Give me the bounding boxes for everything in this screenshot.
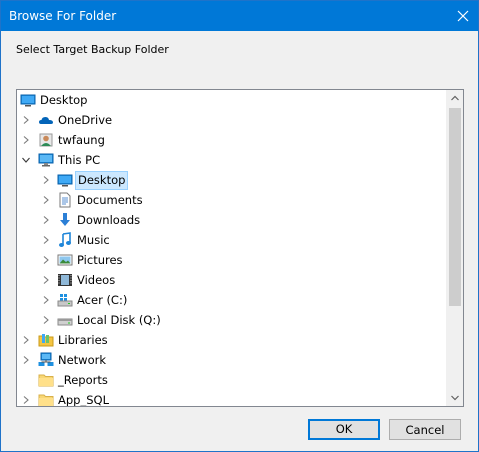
tree-item[interactable]: twfaung	[17, 130, 446, 150]
chevron-right-icon[interactable]	[41, 275, 51, 285]
chevron-right-icon[interactable]	[41, 315, 51, 325]
documents-icon	[59, 192, 71, 208]
tree-item-label: Desktop	[40, 93, 88, 107]
network-icon	[38, 352, 54, 366]
instruction-text: Select Target Backup Folder	[16, 43, 169, 56]
close-button[interactable]	[448, 1, 478, 31]
tree-item-label: This PC	[58, 153, 101, 167]
title-bar: Browse For Folder	[1, 1, 478, 31]
tree-item[interactable]: Documents	[17, 190, 446, 210]
chevron-right-icon[interactable]	[21, 335, 31, 345]
tree-item-label: Pictures	[77, 253, 123, 267]
chevron-right-icon[interactable]	[41, 215, 51, 225]
tree-item-label: Documents	[77, 193, 143, 207]
vertical-scrollbar[interactable]	[446, 90, 463, 406]
tree-item[interactable]: Network	[17, 350, 446, 370]
chevron-right-icon[interactable]	[41, 195, 51, 205]
browse-for-folder-dialog: Browse For Folder Select Target Backup F…	[0, 0, 479, 452]
folder-icon	[38, 374, 54, 387]
chevron-right-icon[interactable]	[21, 115, 31, 125]
ok-button[interactable]: OK	[308, 419, 380, 440]
tree-item[interactable]: This PC	[17, 150, 446, 170]
tree-item-label: OneDrive	[58, 113, 113, 127]
cancel-button[interactable]: Cancel	[389, 419, 461, 440]
libraries-icon	[38, 334, 54, 347]
tree-item-label: Acer (C:)	[77, 293, 128, 307]
folder-icon	[38, 394, 54, 406]
windows-drive-icon	[57, 294, 73, 307]
tree-item[interactable]: _Reports	[17, 370, 446, 390]
tree-item[interactable]: Desktop	[17, 90, 446, 110]
tree-item[interactable]: App_SQL	[17, 390, 446, 407]
tree-item-label: Libraries	[58, 333, 108, 347]
tree-item[interactable]: Desktop	[17, 170, 446, 190]
pictures-icon	[57, 254, 73, 266]
tree-item[interactable]: Pictures	[17, 250, 446, 270]
tree-item-label: twfaung	[58, 133, 105, 147]
music-icon	[59, 232, 71, 247]
tree-item-label: App_SQL	[58, 393, 109, 407]
chevron-right-icon[interactable]	[41, 295, 51, 305]
tree-item-label: Videos	[77, 273, 116, 287]
drive-icon	[57, 318, 73, 326]
tree-item-label: Local Disk (Q:)	[77, 313, 161, 327]
chevron-right-icon[interactable]	[41, 175, 51, 185]
tree-item-label: Music	[77, 233, 110, 247]
chevron-right-icon[interactable]	[21, 395, 31, 405]
chevron-down-icon	[451, 395, 459, 401]
tree-item[interactable]: Libraries	[17, 330, 446, 350]
tree-item-label: Network	[58, 353, 107, 367]
scroll-thumb[interactable]	[449, 108, 461, 306]
chevron-right-icon[interactable]	[41, 255, 51, 265]
scroll-down-button[interactable]	[447, 390, 463, 406]
tree-item-label: _Reports	[58, 373, 108, 387]
this-pc-icon	[38, 153, 54, 167]
onedrive-icon	[39, 117, 53, 124]
chevron-up-icon	[451, 95, 459, 101]
desktop-icon	[20, 94, 36, 107]
scroll-up-button[interactable]	[447, 90, 463, 106]
desktop-icon	[57, 174, 73, 187]
tree-item-label: Desktop	[75, 171, 129, 190]
tree-item[interactable]: Videos	[17, 270, 446, 290]
close-icon	[457, 10, 469, 22]
folder-tree[interactable]: Desktop OneDrive twfaung This PC Desktop Docu…	[16, 89, 464, 407]
tree-item[interactable]: Acer (C:)	[17, 290, 446, 310]
tree-item[interactable]: Music	[17, 230, 446, 250]
downloads-icon	[60, 213, 70, 226]
dialog-title: Browse For Folder	[9, 9, 117, 23]
tree-item-label: Downloads	[77, 213, 141, 227]
tree-item[interactable]: Downloads	[17, 210, 446, 230]
user-icon	[39, 133, 53, 147]
chevron-right-icon[interactable]	[21, 135, 31, 145]
tree-item[interactable]: Local Disk (Q:)	[17, 310, 446, 330]
tree-item[interactable]: OneDrive	[17, 110, 446, 130]
videos-icon	[58, 274, 72, 286]
chevron-right-icon[interactable]	[21, 355, 31, 365]
chevron-down-icon[interactable]	[21, 155, 31, 165]
chevron-right-icon[interactable]	[41, 235, 51, 245]
